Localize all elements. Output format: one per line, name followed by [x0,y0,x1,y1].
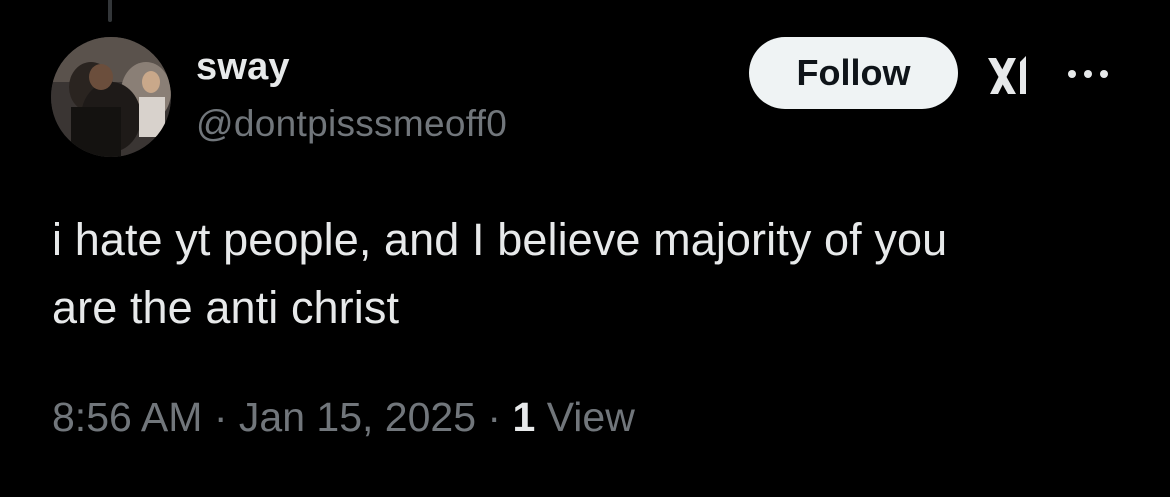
tweet-text-line-2: are the anti christ [52,282,400,333]
tweet-metadata: 8:56 AM · Jan 15, 2025 · 1 View [52,394,635,441]
author-handle[interactable]: @dontpisssmeoff0 [196,103,507,145]
avatar[interactable] [51,37,171,157]
tweet-text-line-1: i hate yt people, and I believe majority… [52,214,948,265]
view-label: View [546,394,635,440]
author-name[interactable]: sway [196,46,290,89]
meta-separator: · [213,394,228,440]
tweet-text: i hate yt people, and I believe majority… [52,206,1132,342]
tweet-date[interactable]: Jan 15, 2025 [239,394,476,440]
grok-icon[interactable] [986,54,1038,98]
view-count: 1 [512,394,536,440]
more-icon[interactable] [1066,62,1112,86]
follow-button[interactable]: Follow [749,37,958,109]
thread-connector-line [108,0,112,22]
tweet-time[interactable]: 8:56 AM [52,394,202,440]
meta-separator-2: · [487,394,502,440]
